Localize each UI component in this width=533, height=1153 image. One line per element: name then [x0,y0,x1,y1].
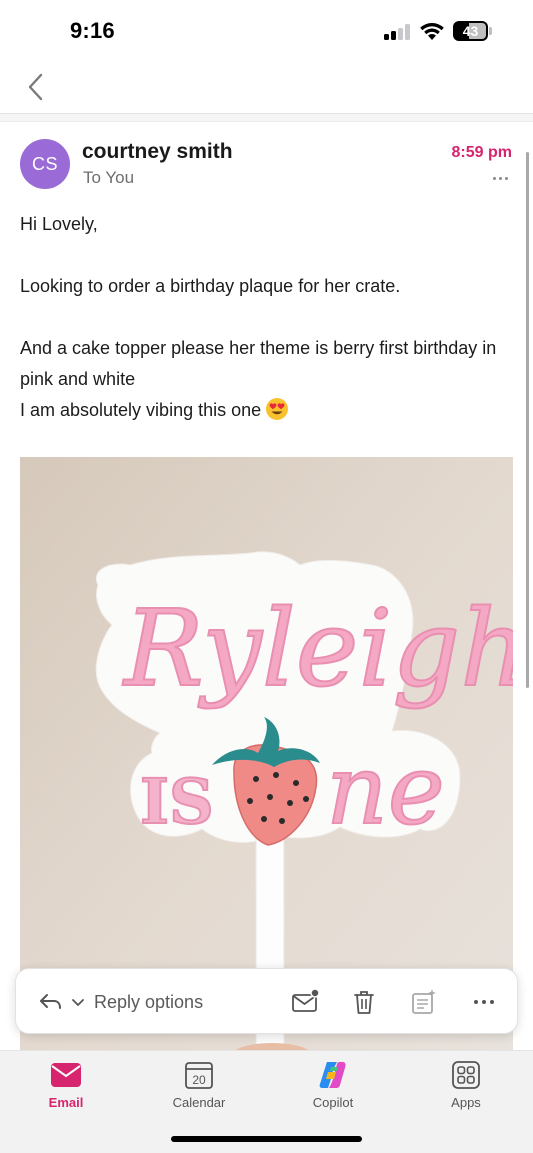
scrollbar[interactable] [526,152,529,688]
body-line-3: I am absolutely vibing this one [20,400,262,420]
tab-copilot-label: Copilot [312,1095,354,1110]
reply-toolbar: Reply options [15,968,518,1034]
status-bar: 9:16 43 [0,0,533,62]
battery-level: 43 [462,23,479,39]
tab-email[interactable]: Email [16,1051,116,1121]
chevron-left-icon [28,73,43,101]
tab-calendar[interactable]: 20 Calendar [149,1051,249,1121]
tab-copilot[interactable]: Copilot [283,1051,383,1121]
tab-apps-label: Apps [451,1095,481,1110]
reply-options-button[interactable]: Reply options [38,985,203,1019]
body-line-3-wrap: I am absolutely vibing this one [20,395,515,426]
home-indicator[interactable] [171,1136,362,1142]
heart-eyes-emoji-icon [266,398,289,420]
topper-one-text: ne [326,734,445,846]
calendar-icon: 20 [185,1062,213,1089]
message-more-icon[interactable] [489,170,511,186]
cellular-signal-icon [384,24,412,40]
toolbar-more-icon[interactable] [469,987,499,1017]
chevron-down-icon [72,999,84,1006]
message-body: Hi Lovely, Looking to order a birthday p… [20,209,515,426]
reply-icon [40,994,61,1009]
greeting: Hi Lovely, [20,214,98,234]
battery-nub [489,27,492,35]
summary-icon[interactable] [409,987,439,1017]
status-time: 9:16 [70,18,115,43]
reply-options-label: Reply options [94,991,204,1012]
body-line-1: Looking to order a birthday plaque for h… [20,276,401,296]
tab-calendar-label: Calendar [172,1095,226,1110]
body-line-2: And a cake topper please her theme is be… [20,338,497,389]
sent-time: 8:59 pm [451,144,512,161]
calendar-date: 20 [192,1073,206,1087]
topper-name-text: Ryleigh [122,587,513,710]
cake-topper-image: Ryleigh IS ne [20,457,513,1057]
attachment-photo[interactable]: Ryleigh IS ne [20,457,513,1057]
avatar[interactable]: CS [20,139,70,189]
battery-icon: 43 [453,21,488,41]
mark-unread-icon[interactable] [290,987,320,1017]
sender-name[interactable]: courtney smith [82,140,233,164]
tab-email-label: Email [48,1095,84,1110]
wifi-icon [420,23,444,40]
mail-icon [51,1063,81,1087]
nav-bar [0,62,533,114]
header-divider [0,114,533,122]
tab-apps[interactable]: Apps [416,1051,516,1121]
copilot-icon [319,1062,346,1088]
topper-is-text: IS [140,765,214,838]
recipient-line[interactable]: To You [83,168,134,188]
apps-icon [452,1061,480,1089]
back-button[interactable] [22,70,52,104]
trash-icon[interactable] [349,987,379,1017]
